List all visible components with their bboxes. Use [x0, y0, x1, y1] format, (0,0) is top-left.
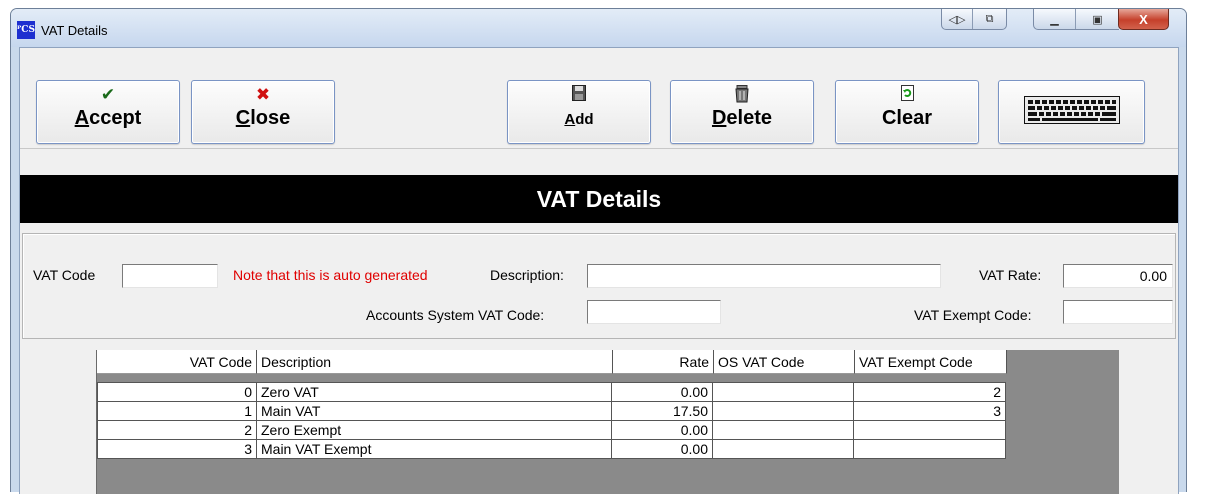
client-area: ✔ Accept ✖ Close Add Delete Clear VAT De…: [19, 47, 1179, 494]
cell-rate: 0.00: [612, 440, 713, 458]
clear-label-text: Clear: [881, 107, 933, 129]
window-title: VAT Details: [41, 23, 108, 38]
banner-title: VAT Details: [20, 175, 1178, 223]
auto-generated-note: Note that this is auto generated: [233, 267, 428, 283]
vat-form-panel: VAT Code Note that this is auto generate…: [22, 233, 1176, 339]
header-rate[interactable]: Rate: [613, 350, 714, 374]
floppy-disk-icon: [508, 85, 650, 105]
cell-description: Zero Exempt: [257, 421, 612, 439]
cell-vat-exempt-code: [854, 421, 1006, 439]
close-label: Close: [235, 107, 291, 129]
vat-exempt-code-label: VAT Exempt Code:: [914, 307, 1032, 323]
cell-rate: 17.50: [612, 402, 713, 420]
delete-label: Delete: [711, 107, 773, 129]
vat-exempt-code-input[interactable]: [1063, 300, 1173, 324]
vat-code-input[interactable]: [122, 264, 218, 288]
window-close-button[interactable]: X: [1118, 9, 1169, 30]
cell-vat-exempt-code: 2: [854, 383, 1006, 401]
snap-icon[interactable]: ⧉: [973, 9, 1006, 29]
trash-can-icon: [671, 85, 813, 105]
vat-rate-label: VAT Rate:: [979, 267, 1042, 283]
vat-code-label: VAT Code: [33, 267, 96, 283]
cell-os-vat-code: [713, 440, 854, 458]
cell-rate: 0.00: [612, 421, 713, 439]
table-row[interactable]: 2 Zero Exempt 0.00: [98, 421, 1006, 440]
cell-vat-code: 1: [98, 402, 257, 420]
vat-details-window: ᴾCS VAT Details ◁▷ ⧉ ▁ ▣ X ✔ Accept ✖ Cl…: [10, 8, 1187, 494]
table-row[interactable]: 1 Main VAT 17.50 3: [98, 402, 1006, 421]
table-row[interactable]: 3 Main VAT Exempt 0.00: [98, 440, 1006, 459]
close-button[interactable]: ✖ Close: [191, 80, 335, 144]
vat-rate-input[interactable]: [1063, 264, 1173, 288]
cell-description: Zero VAT: [257, 383, 612, 401]
arrows-lr-icon[interactable]: ◁▷: [942, 9, 973, 29]
cell-os-vat-code: [713, 402, 854, 420]
cell-vat-code: 3: [98, 440, 257, 458]
keyboard-icon: [999, 96, 1144, 124]
keyboard-button[interactable]: [998, 80, 1145, 144]
clear-button[interactable]: Clear: [835, 80, 979, 144]
add-button[interactable]: Add: [507, 80, 651, 144]
cell-vat-code: 0: [98, 383, 257, 401]
cell-rate: 0.00: [612, 383, 713, 401]
refresh-doc-icon: [836, 85, 978, 105]
vat-grid: VAT Code Description Rate OS VAT Code VA…: [96, 350, 1119, 494]
window-controls: ▁ ▣: [1033, 9, 1119, 30]
extra-caption-group: ◁▷ ⧉: [941, 9, 1007, 30]
grid-header: VAT Code Description Rate OS VAT Code VA…: [97, 350, 1007, 374]
delete-button[interactable]: Delete: [670, 80, 814, 144]
x-mark-icon: ✖: [255, 85, 271, 104]
toolbar: ✔ Accept ✖ Close Add Delete Clear: [20, 48, 1178, 149]
description-input[interactable]: [587, 264, 941, 288]
minimize-icon[interactable]: ▁: [1034, 9, 1076, 29]
header-os-vat-code[interactable]: OS VAT Code: [714, 350, 855, 374]
cell-vat-code: 2: [98, 421, 257, 439]
grid-body: 0 Zero VAT 0.00 2 1 Main VAT 17.50 3 2 Zero Exemp…: [97, 382, 1006, 459]
cell-os-vat-code: [713, 421, 854, 439]
add-label: Add: [564, 111, 594, 128]
title-bar[interactable]: ᴾCS VAT Details ◁▷ ⧉ ▁ ▣ X: [11, 9, 1186, 47]
header-vat-exempt-code[interactable]: VAT Exempt Code: [855, 350, 1007, 374]
clear-label: Clear: [836, 107, 978, 130]
cell-description: Main VAT: [257, 402, 612, 420]
accept-button[interactable]: ✔ Accept: [36, 80, 180, 144]
cell-description: Main VAT Exempt: [257, 440, 612, 458]
accept-label: Accept: [74, 107, 142, 129]
cell-os-vat-code: [713, 383, 854, 401]
maximize-icon[interactable]: ▣: [1076, 9, 1119, 29]
cell-vat-exempt-code: 3: [854, 402, 1006, 420]
close-icon: X: [1139, 11, 1148, 27]
accounts-vat-code-input[interactable]: [587, 300, 721, 324]
header-vat-code[interactable]: VAT Code: [97, 350, 257, 374]
header-description[interactable]: Description: [257, 350, 613, 374]
accounts-vat-code-label: Accounts System VAT Code:: [366, 307, 545, 323]
table-row[interactable]: 0 Zero VAT 0.00 2: [98, 383, 1006, 402]
description-label: Description:: [490, 267, 564, 283]
cell-vat-exempt-code: [854, 440, 1006, 458]
app-icon: ᴾCS: [17, 21, 35, 39]
check-icon: ✔: [100, 85, 116, 104]
